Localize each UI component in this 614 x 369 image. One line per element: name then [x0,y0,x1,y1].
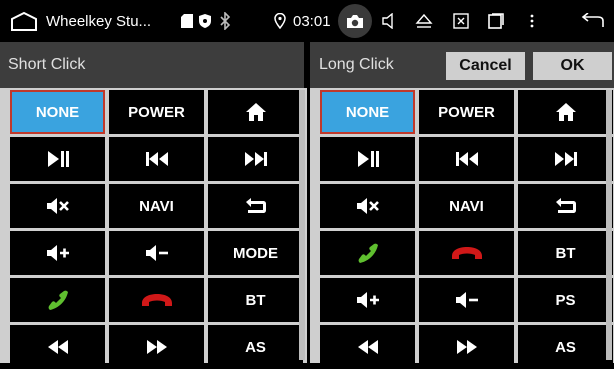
long-key-previous-track[interactable] [419,137,514,181]
recent-apps-icon[interactable] [485,10,505,32]
short-click-panel: NONE POWER NAVI MODE BT AS [0,88,307,369]
short-key-mode[interactable]: MODE [208,231,303,275]
long-click-scrollbar[interactable] [606,90,612,360]
home-outline-icon[interactable] [10,8,38,34]
key-label: MODE [233,244,278,262]
short-key-return[interactable] [208,184,303,228]
play-pause-icon [357,150,379,168]
close-box-icon[interactable] [451,10,471,32]
long-key-return[interactable] [518,184,613,228]
volume-down-icon [145,244,169,262]
short-key-call-accept[interactable] [10,278,105,322]
key-label: PS [555,291,576,309]
long-key-play-pause[interactable] [320,137,415,181]
short-key-call-end[interactable] [109,278,204,322]
call-end-icon [141,293,173,307]
key-label: AS [245,338,266,356]
short-key-power[interactable]: POWER [109,90,204,134]
more-vert-icon[interactable] [526,10,538,32]
next-track-icon [244,151,268,167]
short-key-volume-down[interactable] [109,231,204,275]
long-key-volume-up[interactable] [320,278,415,322]
key-label: NAVI [139,197,174,215]
fast-forward-icon [455,339,479,355]
back-icon[interactable] [580,10,606,32]
location-icon [274,12,286,30]
volume-up-icon [356,291,380,309]
home-icon [245,102,267,122]
previous-track-icon [455,151,479,167]
short-key-navi[interactable]: NAVI [109,184,204,228]
long-click-panel: NONE POWER NAVI BT PS AS [310,88,614,369]
eject-icon[interactable] [414,10,434,32]
long-key-power[interactable]: POWER [419,90,514,134]
long-key-volume-down[interactable] [419,278,514,322]
short-key-home[interactable] [208,90,303,134]
home-icon [555,102,577,122]
key-label: POWER [128,103,185,121]
previous-track-icon [145,151,169,167]
short-key-previous-track[interactable] [109,137,204,181]
long-key-none[interactable]: NONE [320,90,415,134]
key-label: BT [555,244,576,262]
call-end-icon [451,246,483,260]
long-key-next-track[interactable] [518,137,613,181]
short-key-none[interactable]: NONE [10,90,105,134]
long-key-navi[interactable]: NAVI [419,184,514,228]
next-track-icon [554,151,578,167]
volume-down-icon [455,291,479,309]
key-label: AS [555,338,576,356]
bluetooth-icon [218,11,232,31]
short-key-as[interactable]: AS [208,325,303,369]
short-click-scrollbar[interactable] [299,90,305,360]
return-icon [555,197,577,215]
rewind-icon [356,339,380,355]
short-key-play-pause[interactable] [10,137,105,181]
return-icon [245,197,267,215]
key-label: NONE [35,103,80,121]
fast-forward-icon [145,339,169,355]
app-title: Wheelkey Stu... [46,12,152,30]
short-key-mute[interactable] [10,184,105,228]
call-accept-icon [357,242,379,264]
long-key-bt[interactable]: BT [518,231,613,275]
long-key-home[interactable] [518,90,613,134]
long-key-call-end[interactable] [419,231,514,275]
key-label: NAVI [449,197,484,215]
shield-icon [198,12,212,30]
short-click-grid: NONE POWER NAVI MODE BT AS [10,90,303,369]
cancel-button[interactable]: Cancel [446,52,525,80]
short-click-header: Short Click [0,42,307,88]
volume-icon[interactable] [381,10,399,32]
clock: 03:01 [293,12,331,30]
short-key-volume-up[interactable] [10,231,105,275]
long-key-ps[interactable]: PS [518,278,613,322]
long-key-call-accept[interactable] [320,231,415,275]
long-key-as[interactable]: AS [518,325,613,369]
key-label: POWER [438,103,495,121]
short-key-bt[interactable]: BT [208,278,303,322]
long-click-grid: NONE POWER NAVI BT PS AS [320,90,613,369]
status-bar: Wheelkey Stu... 03:01 [0,0,614,42]
long-key-fast-forward[interactable] [419,325,514,369]
key-label: NONE [345,103,390,121]
camera-icon[interactable] [338,4,372,38]
mute-icon [46,197,70,215]
mute-icon [356,197,380,215]
short-key-fast-forward[interactable] [109,325,204,369]
sd-card-icon [180,12,194,30]
volume-up-icon [46,244,70,262]
ok-button[interactable]: OK [533,52,612,80]
short-key-rewind[interactable] [10,325,105,369]
long-key-rewind[interactable] [320,325,415,369]
key-label: BT [245,291,266,309]
rewind-icon [46,339,70,355]
short-key-next-track[interactable] [208,137,303,181]
play-pause-icon [47,150,69,168]
long-key-mute[interactable] [320,184,415,228]
call-accept-icon [47,289,69,311]
